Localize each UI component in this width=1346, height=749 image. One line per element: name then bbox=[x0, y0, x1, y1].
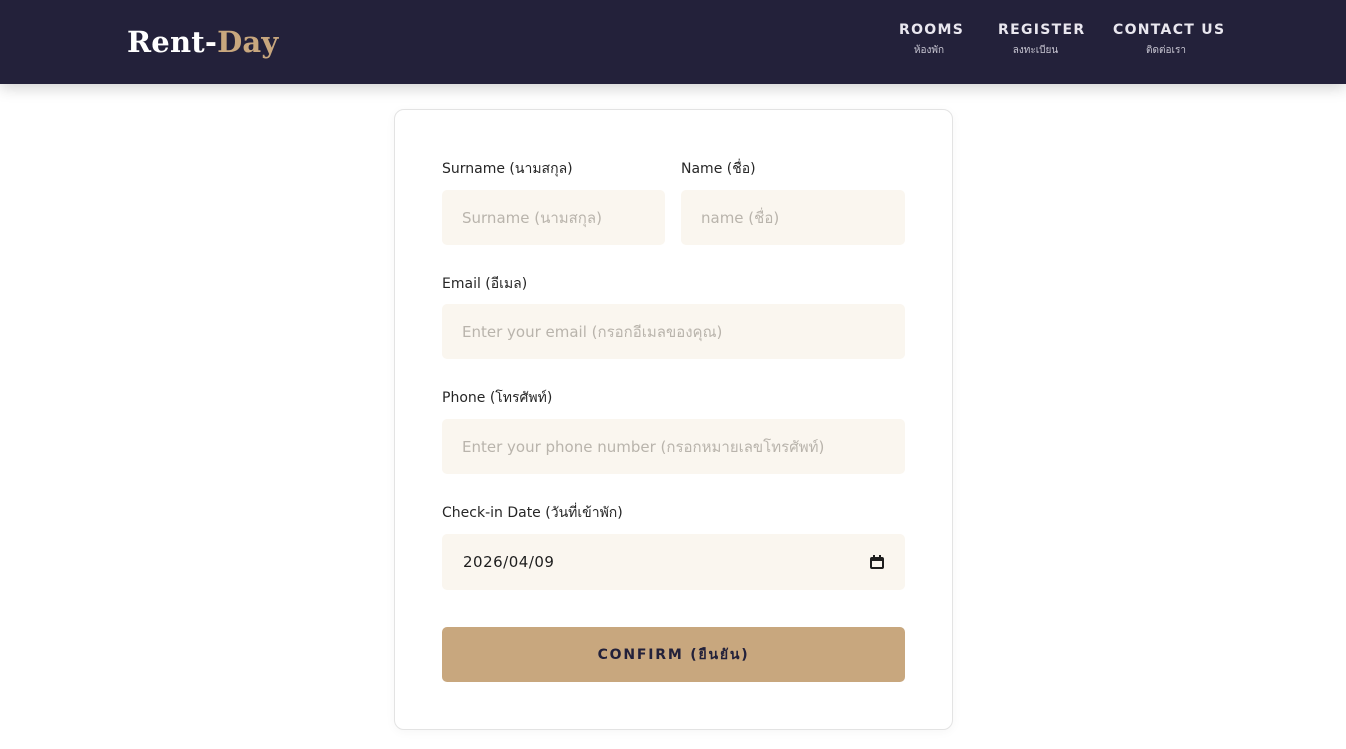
brand-logo-part1: Rent- bbox=[127, 25, 218, 59]
brand-logo-part2: Day bbox=[217, 25, 279, 59]
checkin-date-label: Check-in Date (วันที่เข้าพัก) bbox=[442, 505, 623, 521]
nav-item-label: ROOMS bbox=[899, 22, 965, 38]
nav-item-rooms[interactable]: ROOMS ห้องพัก bbox=[899, 20, 965, 58]
name-label: Name (ชื่อ) bbox=[681, 161, 756, 177]
confirm-button[interactable]: CONFIRM (ยืนยัน) bbox=[442, 627, 905, 682]
checkin-date-input[interactable]: 2026/04/09 bbox=[442, 534, 905, 590]
top-navbar: Rent-Day ROOMS ห้องพัก REGISTER ลงทะเบีย… bbox=[0, 0, 1346, 84]
nav-item-sublabel: ลงทะเบียน bbox=[1012, 45, 1059, 56]
surname-input[interactable] bbox=[442, 190, 665, 245]
nav-item-register[interactable]: REGISTER ลงทะเบียน bbox=[998, 20, 1086, 58]
phone-input[interactable] bbox=[442, 419, 905, 474]
checkin-date-value: 2026/04/09 bbox=[463, 553, 555, 571]
phone-label: Phone (โทรศัพท์) bbox=[442, 390, 553, 406]
surname-label: Surname (นามสกุล) bbox=[442, 161, 573, 177]
booking-form-card: Surname (นามสกุล) Name (ชื่อ) Email (อีเ… bbox=[394, 109, 953, 730]
calendar-icon[interactable] bbox=[870, 555, 884, 569]
nav-item-sublabel: ห้องพัก bbox=[913, 45, 945, 56]
nav-item-contact-us[interactable]: CONTACT US ติดต่อเรา bbox=[1113, 20, 1226, 58]
email-label: Email (อีเมล) bbox=[442, 276, 528, 292]
nav-item-label: CONTACT US bbox=[1113, 22, 1226, 38]
brand-logo[interactable]: Rent-Day bbox=[127, 24, 278, 60]
nav-item-label: REGISTER bbox=[998, 22, 1086, 38]
email-input[interactable] bbox=[442, 304, 905, 359]
nav-item-sublabel: ติดต่อเรา bbox=[1146, 45, 1186, 56]
name-input[interactable] bbox=[681, 190, 905, 245]
